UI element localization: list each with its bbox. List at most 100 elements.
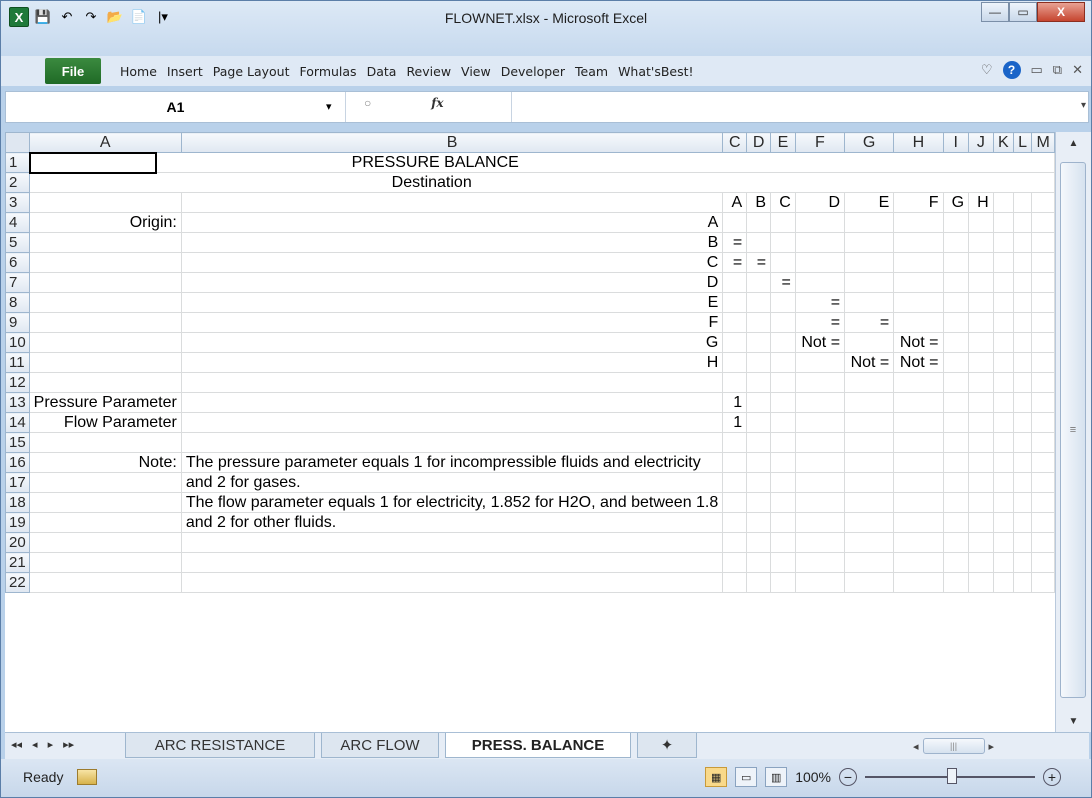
cell-k22[interactable] (992, 572, 1014, 593)
cell-j20[interactable] (968, 532, 994, 553)
row-header[interactable]: 7 (5, 272, 30, 293)
chevron-down-icon[interactable]: ▾ (326, 100, 332, 113)
cell-b6[interactable]: C (180, 252, 724, 273)
cell-g10[interactable] (844, 332, 895, 353)
cell-m8[interactable] (1031, 292, 1055, 313)
cell-c18[interactable] (722, 492, 748, 513)
cell-e14[interactable] (770, 412, 796, 433)
maximize-button[interactable]: ▭ (1009, 2, 1037, 22)
cell-d3[interactable]: B (746, 192, 772, 213)
column-header-i[interactable]: I (942, 132, 970, 153)
cell-d15[interactable] (746, 432, 772, 453)
cell-m14[interactable] (1031, 412, 1055, 433)
cell-i16[interactable] (942, 452, 970, 473)
cell-b22[interactable] (180, 572, 724, 593)
cell-e21[interactable] (770, 552, 796, 573)
cell-d18[interactable] (746, 492, 772, 513)
cell-e9[interactable] (770, 312, 796, 333)
cell-f5[interactable] (794, 232, 846, 253)
cell-h16[interactable] (893, 452, 944, 473)
cell-l22[interactable] (1012, 572, 1033, 593)
cell-k17[interactable] (992, 472, 1014, 493)
cell-i4[interactable] (942, 212, 970, 233)
cell-j18[interactable] (968, 492, 994, 513)
cell-e22[interactable] (770, 572, 796, 593)
cell-e20[interactable] (770, 532, 796, 553)
row-header[interactable]: 6 (5, 252, 30, 273)
cell-d5[interactable] (746, 232, 772, 253)
cell-l14[interactable] (1012, 412, 1033, 433)
cell-a14[interactable]: Flow Parameter (28, 412, 182, 433)
cell-k9[interactable] (992, 312, 1014, 333)
cell-i9[interactable] (942, 312, 970, 333)
cell-g18[interactable] (844, 492, 895, 513)
cell-a10[interactable] (28, 332, 182, 353)
row-header[interactable]: 15 (5, 432, 30, 453)
active-cell-a1[interactable] (28, 152, 157, 174)
cell-e18[interactable] (770, 492, 796, 513)
cell-b15[interactable] (180, 432, 724, 453)
sheet-tab-arc-resistance[interactable]: ARC RESISTANCE (125, 733, 315, 758)
cell-j11[interactable] (968, 352, 994, 373)
cell-a19[interactable] (28, 512, 182, 533)
cell-j6[interactable] (968, 252, 994, 273)
cell-d14[interactable] (746, 412, 772, 433)
normal-view-icon[interactable]: ▦ (705, 767, 728, 787)
column-header-a[interactable]: A (28, 132, 182, 153)
cell-h8[interactable] (893, 292, 944, 313)
column-header-b[interactable]: B (180, 132, 724, 153)
cell-a6[interactable] (28, 252, 182, 273)
cell-j4[interactable] (968, 212, 994, 233)
row-header[interactable]: 16 (5, 452, 30, 473)
cell-f13[interactable] (794, 392, 846, 413)
cell-g19[interactable] (844, 512, 895, 533)
worksheet-grid[interactable]: ABCDEFGHIJKLM 1 PRESSURE BALANCE 2 Destinat… (5, 132, 1055, 732)
cell-f3[interactable]: D (794, 192, 846, 213)
minimize-button[interactable]: — (981, 2, 1009, 22)
cell-g8[interactable] (844, 292, 895, 313)
cell-f10[interactable]: Not = (794, 332, 846, 353)
cell-j5[interactable] (968, 232, 994, 253)
cell-a5[interactable] (28, 232, 182, 253)
cell-m19[interactable] (1031, 512, 1055, 533)
cell-l13[interactable] (1012, 392, 1033, 413)
scroll-thumb[interactable]: ≡ (1060, 162, 1086, 698)
cell-a15[interactable] (28, 432, 182, 453)
cell-g12[interactable] (844, 372, 895, 393)
cell-l18[interactable] (1012, 492, 1033, 513)
zoom-out-button[interactable]: − (839, 768, 857, 786)
cell-g4[interactable] (844, 212, 895, 233)
cell-k18[interactable] (992, 492, 1014, 513)
cell-f19[interactable] (794, 512, 846, 533)
cell-b12[interactable] (180, 372, 724, 393)
cell-k16[interactable] (992, 452, 1014, 473)
cell-i5[interactable] (942, 232, 970, 253)
cell-c10[interactable] (722, 332, 748, 353)
cell-e3[interactable]: C (770, 192, 796, 213)
cell-k10[interactable] (992, 332, 1014, 353)
cell-a16[interactable]: Note: (28, 452, 182, 473)
title-cell[interactable]: PRESSURE BALANCE (28, 152, 1055, 174)
cell-i15[interactable] (942, 432, 970, 453)
column-header-l[interactable]: L (1012, 132, 1033, 153)
cell-b14[interactable] (180, 412, 724, 433)
cell-j19[interactable] (968, 512, 994, 533)
cell-j7[interactable] (968, 272, 994, 293)
cell-m20[interactable] (1031, 532, 1055, 553)
cell-c12[interactable] (722, 372, 748, 393)
cell-i13[interactable] (942, 392, 970, 413)
cell-m6[interactable] (1031, 252, 1055, 273)
page-break-view-icon[interactable]: ▥ (765, 767, 788, 787)
title-cell[interactable]: Destination (28, 172, 1055, 193)
cell-c17[interactable] (722, 472, 748, 493)
column-header-h[interactable]: H (893, 132, 944, 153)
cell-h12[interactable] (893, 372, 944, 393)
ribbon-tab-developer[interactable]: Developer (496, 64, 570, 79)
cell-table[interactable]: ABCDEFGHIJKLM 1 PRESSURE BALANCE 2 Destinat… (5, 132, 1055, 593)
cell-m12[interactable] (1031, 372, 1055, 393)
cell-d19[interactable] (746, 512, 772, 533)
next-sheet-icon[interactable]: ▸ (48, 738, 54, 751)
row-header[interactable]: 8 (5, 292, 30, 313)
name-box[interactable]: A1 (6, 92, 346, 122)
cell-l4[interactable] (1012, 212, 1033, 233)
